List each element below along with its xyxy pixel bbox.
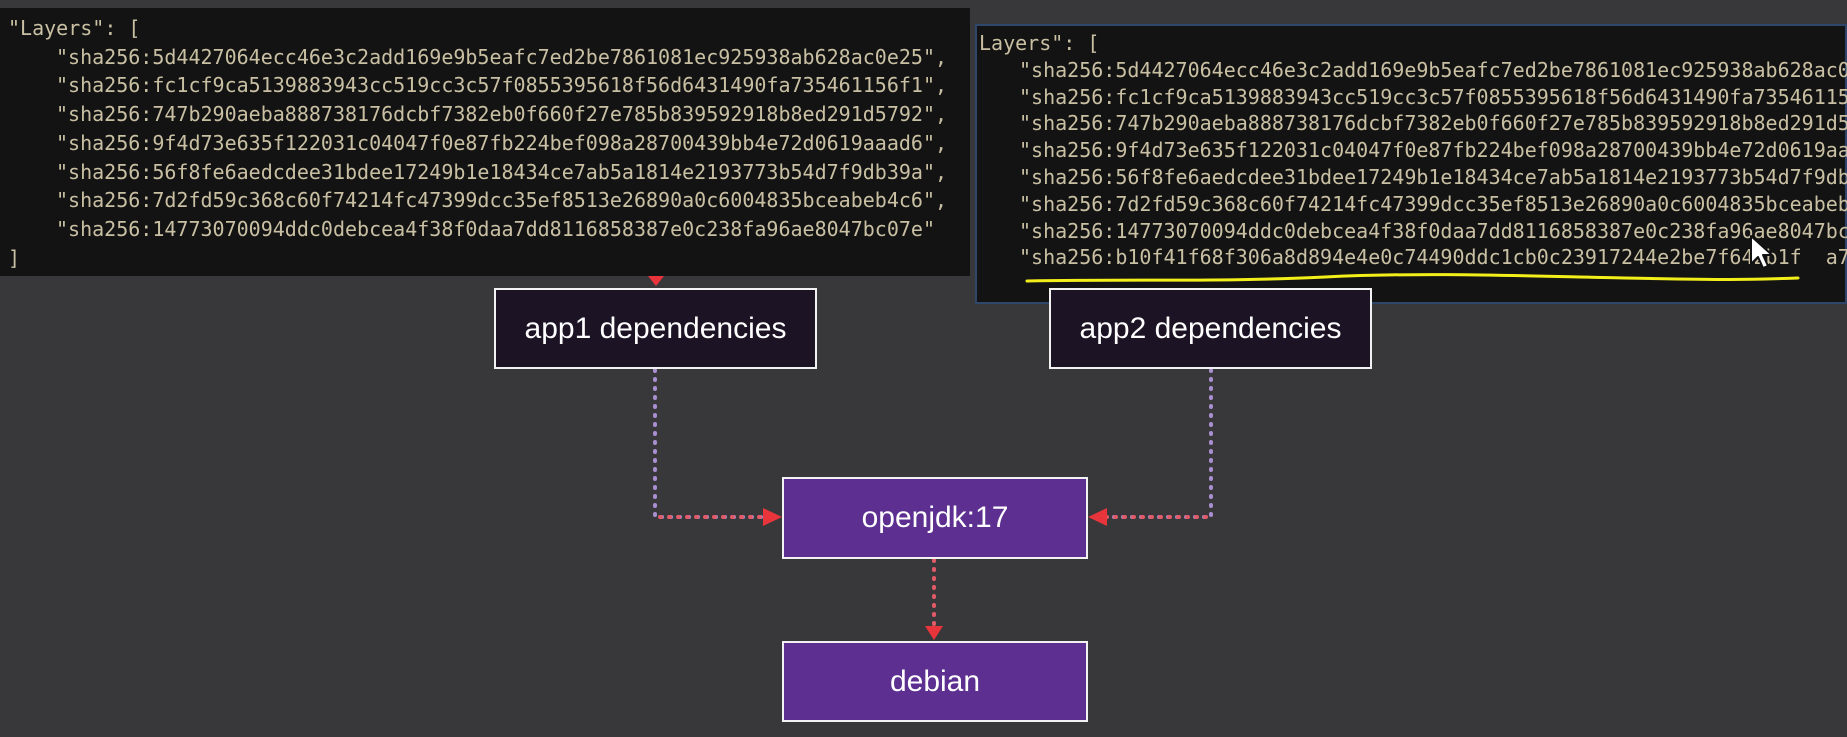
node-app1-dependencies: app1 dependencies xyxy=(494,288,817,369)
arrow-head-debian xyxy=(925,626,943,640)
node-label: app2 dependencies xyxy=(1079,311,1342,345)
arrow-head-top xyxy=(648,276,664,286)
arrow-head-app2 xyxy=(1088,508,1107,526)
node-app2-dependencies: app2 dependencies xyxy=(1049,288,1372,369)
node-label: openjdk:17 xyxy=(861,501,1009,534)
node-openjdk: openjdk:17 xyxy=(782,477,1088,559)
node-label: app1 dependencies xyxy=(524,311,787,345)
connector-app1-openjdk xyxy=(653,368,772,519)
connector-app2-openjdk xyxy=(1098,368,1213,519)
mouse-pointer-icon xyxy=(1750,235,1773,269)
connector-arrows xyxy=(648,276,1213,640)
node-debian: debian xyxy=(782,641,1088,722)
node-label: debian xyxy=(889,664,981,698)
arrow-head-app1 xyxy=(763,508,782,526)
